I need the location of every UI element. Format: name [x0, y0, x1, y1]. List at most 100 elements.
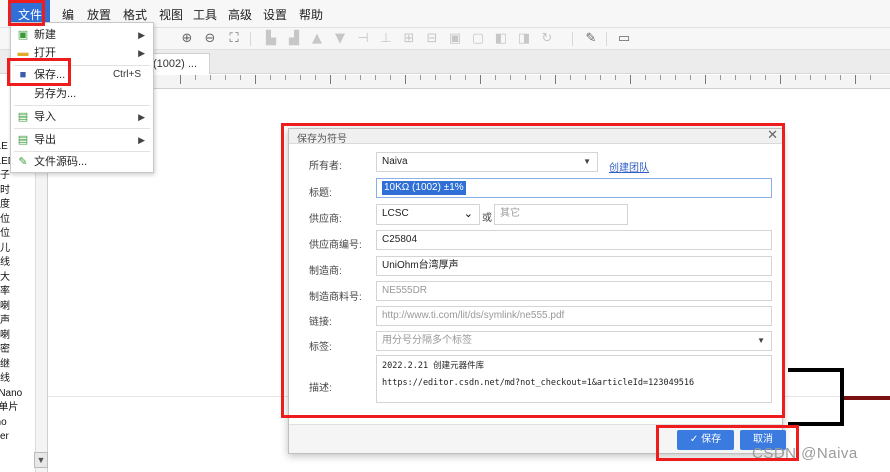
- library-item[interactable]: 控继: [0, 358, 35, 373]
- supplier-select[interactable]: LCSC ⌄: [376, 204, 480, 225]
- library-item[interactable]: 音喇: [0, 329, 35, 344]
- submenu-arrow-icon: ▶: [138, 48, 145, 58]
- align-top-icon[interactable]: ▲: [308, 30, 326, 48]
- or-label: 或: [482, 213, 492, 224]
- file-menu-new[interactable]: ▣ 新建 ▶: [11, 25, 153, 45]
- folder-icon: ▬: [17, 47, 29, 59]
- submenu-arrow-icon: ▶: [138, 135, 145, 145]
- library-item[interactable]: 断线: [0, 372, 35, 387]
- library-item[interactable]: 婴儿: [0, 242, 35, 257]
- zoom-in-icon[interactable]: ⊕: [178, 30, 196, 48]
- library-item[interactable]: 湿度: [0, 198, 35, 213]
- library-item[interactable]: o 单片: [0, 401, 35, 416]
- align-right-icon[interactable]: ▟: [285, 30, 303, 48]
- menu-tools[interactable]: 工具: [190, 0, 220, 28]
- supplier-no-input[interactable]: C25804: [376, 230, 772, 250]
- chevron-down-icon: ▼: [757, 336, 765, 345]
- link-label: 链接:: [309, 317, 332, 328]
- library-item[interactable]: zzer: [0, 430, 35, 445]
- owner-label: 所有者:: [309, 161, 342, 172]
- library-item[interactable]: 扬声: [0, 314, 35, 329]
- file-menu-save-as[interactable]: 另存为...: [11, 84, 153, 104]
- library-item[interactable]: 管密: [0, 343, 35, 358]
- create-team-link[interactable]: 创建团队: [609, 159, 649, 174]
- pencil-icon: ✎: [18, 156, 28, 168]
- close-icon[interactable]: ✕: [767, 128, 778, 143]
- send-back-icon[interactable]: ◨: [515, 30, 533, 48]
- menu-separator: [14, 105, 150, 106]
- scroll-down-icon[interactable]: ▼: [34, 452, 48, 468]
- distribute-v-icon[interactable]: ⊟: [423, 30, 441, 48]
- menu-separator: [14, 128, 150, 129]
- supplier-no-label: 供应商编号:: [309, 240, 362, 251]
- horizontal-ruler: [150, 75, 890, 89]
- description-label: 描述:: [309, 383, 332, 394]
- file-menu-source[interactable]: ✎ 文件源码...: [11, 152, 153, 172]
- toolbar-separator: [572, 32, 573, 46]
- owner-select[interactable]: Naiva ▼: [376, 152, 598, 172]
- library-item[interactable]: o Nano: [0, 387, 35, 402]
- tags-select[interactable]: 用分号分隔多个标签 ▼: [376, 331, 772, 351]
- align-vcenter-icon[interactable]: ⊥: [377, 30, 395, 48]
- library-item[interactable]: 功率: [0, 285, 35, 300]
- supplier-label: 供应商:: [309, 214, 342, 225]
- pin-icon[interactable]: ✎: [582, 30, 600, 48]
- title-label: 标题:: [309, 188, 332, 199]
- menu-view[interactable]: 视图: [156, 0, 186, 28]
- chevron-down-icon: ▼: [583, 157, 591, 166]
- manufacturer-label: 制造商:: [309, 266, 342, 277]
- library-item[interactable]: 定时: [0, 184, 35, 199]
- library-item[interactable]: 放大: [0, 271, 35, 286]
- schematic-wire-red: [844, 396, 890, 400]
- chevron-down-icon: ⌄: [463, 208, 473, 220]
- link-input[interactable]: http://www.ti.com/lit/ds/symlink/ne555.p…: [376, 306, 772, 326]
- check-icon: ✓: [689, 434, 702, 445]
- mfr-part-input[interactable]: NE555DR: [376, 281, 772, 301]
- save-as-symbol-dialog: 保存为符号 ✕ 所有者: Naiva ▼ 创建团队 标题: 10KΩ (1002…: [288, 128, 783, 454]
- dialog-title: 保存为符号: [297, 134, 347, 145]
- library-item[interactable]: 音喇: [0, 300, 35, 315]
- distribute-icon[interactable]: ⊞: [400, 30, 418, 48]
- toolbar-separator: [606, 32, 607, 46]
- fit-view-icon[interactable]: ⛶: [225, 30, 243, 48]
- save-button[interactable]: ✓ 保存: [677, 430, 734, 450]
- title-input[interactable]: 10KΩ (1002) ±1%: [376, 178, 772, 198]
- library-item[interactable]: 水位: [0, 227, 35, 242]
- other-supplier-input[interactable]: 其它: [494, 204, 628, 225]
- file-menu-save[interactable]: ■ 保存... Ctrl+S: [11, 65, 153, 85]
- library-panel: 2LE 2LED 电子 定时 湿度 水位 水位 婴儿 断线 放大 功率 音喇 扬…: [0, 140, 36, 472]
- floppy-icon: ■: [19, 69, 27, 81]
- rotate-icon[interactable]: ↻: [538, 30, 556, 48]
- submenu-arrow-icon: ▶: [138, 30, 145, 40]
- bring-front-icon[interactable]: ◧: [492, 30, 510, 48]
- menu-help[interactable]: 帮助: [296, 0, 326, 28]
- align-bottom-icon[interactable]: ▼: [331, 30, 349, 48]
- toolbar-separator: [250, 32, 251, 46]
- align-left-icon[interactable]: ▙: [262, 30, 280, 48]
- watermark: CSDN @Naiva: [752, 445, 858, 462]
- import-icon: ▤: [17, 111, 29, 123]
- export-icon: ▤: [17, 134, 29, 146]
- zoom-out-icon[interactable]: ⊖: [201, 30, 219, 48]
- image-icon[interactable]: ▭: [615, 30, 633, 48]
- schematic-wire: [788, 368, 844, 426]
- group-icon[interactable]: ▣: [446, 30, 464, 48]
- align-hcenter-icon[interactable]: ⊣: [354, 30, 372, 48]
- manufacturer-input[interactable]: UniOhm台湾厚声: [376, 256, 772, 276]
- menu-advanced[interactable]: 高级: [225, 0, 255, 28]
- file-menu-open[interactable]: ▬ 打开 ▶: [11, 43, 153, 63]
- submenu-arrow-icon: ▶: [138, 112, 145, 122]
- dialog-header: 保存为符号 ✕: [289, 128, 782, 145]
- menu-settings[interactable]: 设置: [260, 0, 290, 28]
- library-item[interactable]: 水位: [0, 213, 35, 228]
- mfr-part-label: 制造商料号:: [309, 292, 362, 303]
- file-menu-import[interactable]: ▤ 导入 ▶: [11, 107, 153, 127]
- file-menu: ▣ 新建 ▶ ▬ 打开 ▶ ■ 保存... Ctrl+S 另存为... ▤ 导入…: [10, 22, 154, 173]
- library-item[interactable]: uno: [0, 416, 35, 431]
- ungroup-icon[interactable]: ▢: [469, 30, 487, 48]
- new-doc-icon: ▣: [17, 29, 29, 41]
- description-textarea[interactable]: 2022.2.21 创建元器件库 https://editor.csdn.net…: [376, 355, 772, 403]
- tags-label: 标签:: [309, 342, 332, 353]
- library-item[interactable]: 断线: [0, 256, 35, 271]
- file-menu-export[interactable]: ▤ 导出 ▶: [11, 130, 153, 150]
